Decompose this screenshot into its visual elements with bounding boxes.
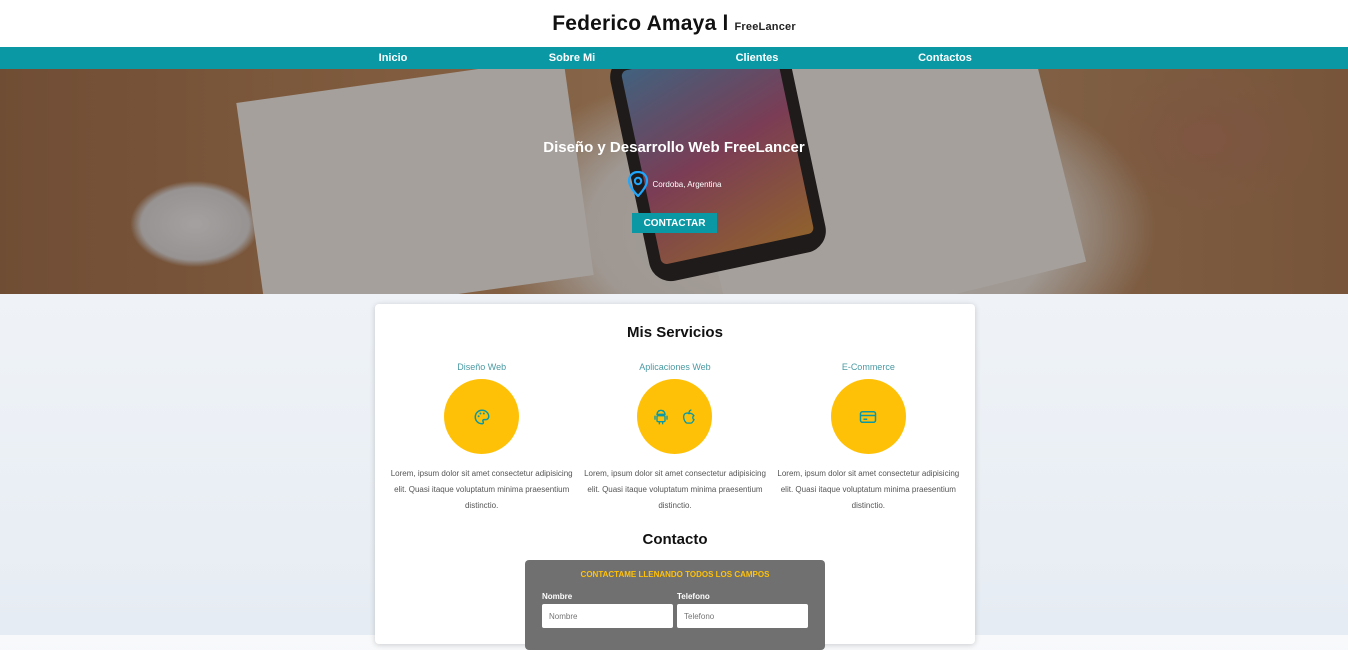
site-brand: Federico Amaya l FreeLancer (552, 12, 796, 36)
name-input[interactable] (542, 604, 673, 628)
phone-field-group: Telefono (677, 592, 808, 628)
map-pin-icon (627, 171, 648, 197)
service-title: Aplicaciones Web (639, 362, 711, 372)
hero-location: Cordoba, Argentina (0, 171, 1348, 197)
nav-sobre-mi[interactable]: Sobre Mi (549, 47, 595, 69)
contact-form: CONTACTAME LLENANDO TODOS LOS CAMPOS Nom… (525, 560, 825, 650)
service-item-aplicaciones-web: Aplicaciones Web Lorem, ipsum dolor sit … (578, 362, 771, 514)
service-description: Lorem, ipsum dolor sit amet consectetur … (390, 469, 573, 510)
service-item-e-commerce: E-Commerce Lorem, ipsum dolor sit amet c… (772, 362, 965, 514)
service-title: Diseño Web (457, 362, 507, 372)
phone-input[interactable] (677, 604, 808, 628)
service-icon-circle (444, 379, 520, 454)
site-header: Federico Amaya l FreeLancer (0, 0, 1348, 47)
service-icon-circle (830, 379, 906, 454)
services-title: Mis Servicios (627, 324, 723, 341)
palette-icon (474, 408, 490, 425)
nav-inicio[interactable]: Inicio (379, 47, 408, 69)
hero-location-text: Cordoba, Argentina (652, 179, 722, 189)
credit-card-icon (860, 410, 877, 423)
services-list: Diseño Web Lorem, ipsum dolor sit amet c… (385, 362, 965, 514)
brand-subtitle: FreeLancer (734, 20, 796, 33)
service-icon-circle (637, 379, 713, 454)
phone-label: Telefono (677, 592, 710, 601)
service-item-diseno-web: Diseño Web Lorem, ipsum dolor sit amet c… (385, 362, 578, 514)
name-field-group: Nombre (542, 592, 673, 628)
contact-title: Contacto (642, 531, 708, 548)
service-description: Lorem, ipsum dolor sit amet consectetur … (777, 469, 960, 510)
service-title: E-Commerce (841, 362, 895, 372)
hero-title: Diseño y Desarrollo Web FreeLancer (543, 139, 805, 156)
main-nav: Inicio Sobre Mi Clientes Contactos (0, 47, 1348, 69)
contactar-button[interactable]: CONTACTAR (632, 213, 717, 233)
nav-clientes[interactable]: Clientes (736, 47, 779, 69)
name-label: Nombre (542, 592, 573, 601)
contact-form-title: CONTACTAME LLENANDO TODOS LOS CAMPOS (580, 570, 770, 579)
service-description: Lorem, ipsum dolor sit amet consectetur … (584, 469, 766, 510)
hero-banner: Diseño y Desarrollo Web FreeLancer Cordo… (0, 69, 1348, 294)
apple-icon (682, 408, 695, 424)
brand-separator: l (722, 11, 729, 35)
nav-contactos[interactable]: Contactos (918, 47, 972, 69)
brand-name: Federico Amaya (552, 11, 717, 35)
services-card: Mis Servicios Diseño Web Lorem, ipsum do… (375, 304, 975, 650)
android-icon (654, 409, 668, 424)
